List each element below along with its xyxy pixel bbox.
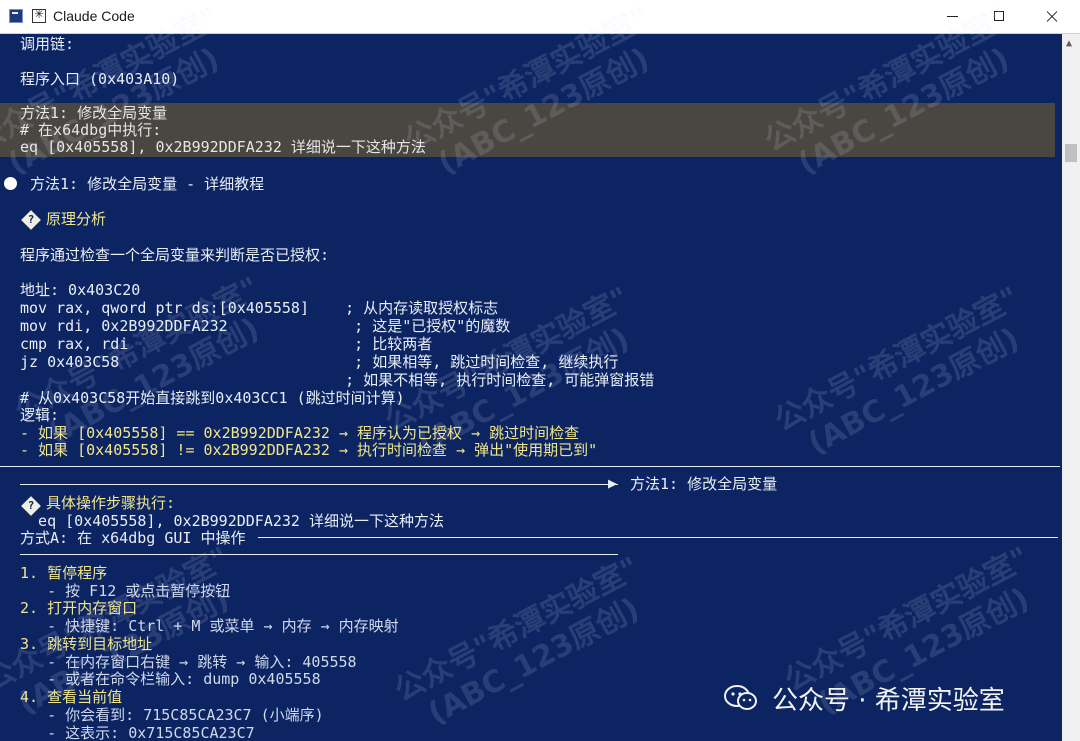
step-line: - 你会看到: 715C85CA23C7 (小端序): [20, 706, 324, 724]
window-title: Claude Code: [53, 8, 135, 24]
divider-arrow-line: [20, 484, 618, 485]
step-line: 1. 暂停程序: [20, 564, 108, 582]
code-line: 地址: 0x403C20: [20, 281, 141, 299]
call-chain-label: 调用链:: [20, 35, 75, 53]
section-title: 具体操作步骤执行:: [46, 494, 176, 512]
response-title: 方法1: 修改全局变量 - 详细教程: [30, 175, 265, 193]
intro-line: 程序通过检查一个全局变量来判断是否已授权:: [20, 246, 330, 264]
command-line: eq [0x405558], 0x2B992DDFA232 详细说一下这种方法: [20, 512, 444, 530]
scroll-thumb[interactable]: [1065, 144, 1077, 162]
step-line: - 这表示: 0x715C85CA23C7: [20, 724, 255, 741]
logic-line: - 如果 [0x405558] != 0x2B992DDFA232 → 执行时间…: [20, 441, 598, 459]
scroll-up-icon[interactable]: ▲: [1066, 38, 1072, 49]
divider: [0, 466, 1060, 467]
vertical-scrollbar[interactable]: ▲: [1062, 34, 1080, 741]
wechat-icon: [724, 685, 757, 710]
minimize-icon: [947, 16, 958, 17]
powershell-icon: [9, 9, 23, 23]
brand-watermark: 公众号 · 希潭实验室: [772, 686, 1005, 716]
divider: [258, 537, 1058, 538]
question-diamond-icon: ?: [21, 210, 41, 230]
claude-asterisk-icon: ✳: [32, 7, 46, 23]
arrow-right-icon: ▶: [608, 474, 618, 492]
section-title: 原理分析: [46, 210, 107, 228]
divider-label: 方法1: 修改全局变量: [630, 475, 778, 493]
close-button[interactable]: [1028, 0, 1074, 33]
divider: [20, 554, 618, 555]
